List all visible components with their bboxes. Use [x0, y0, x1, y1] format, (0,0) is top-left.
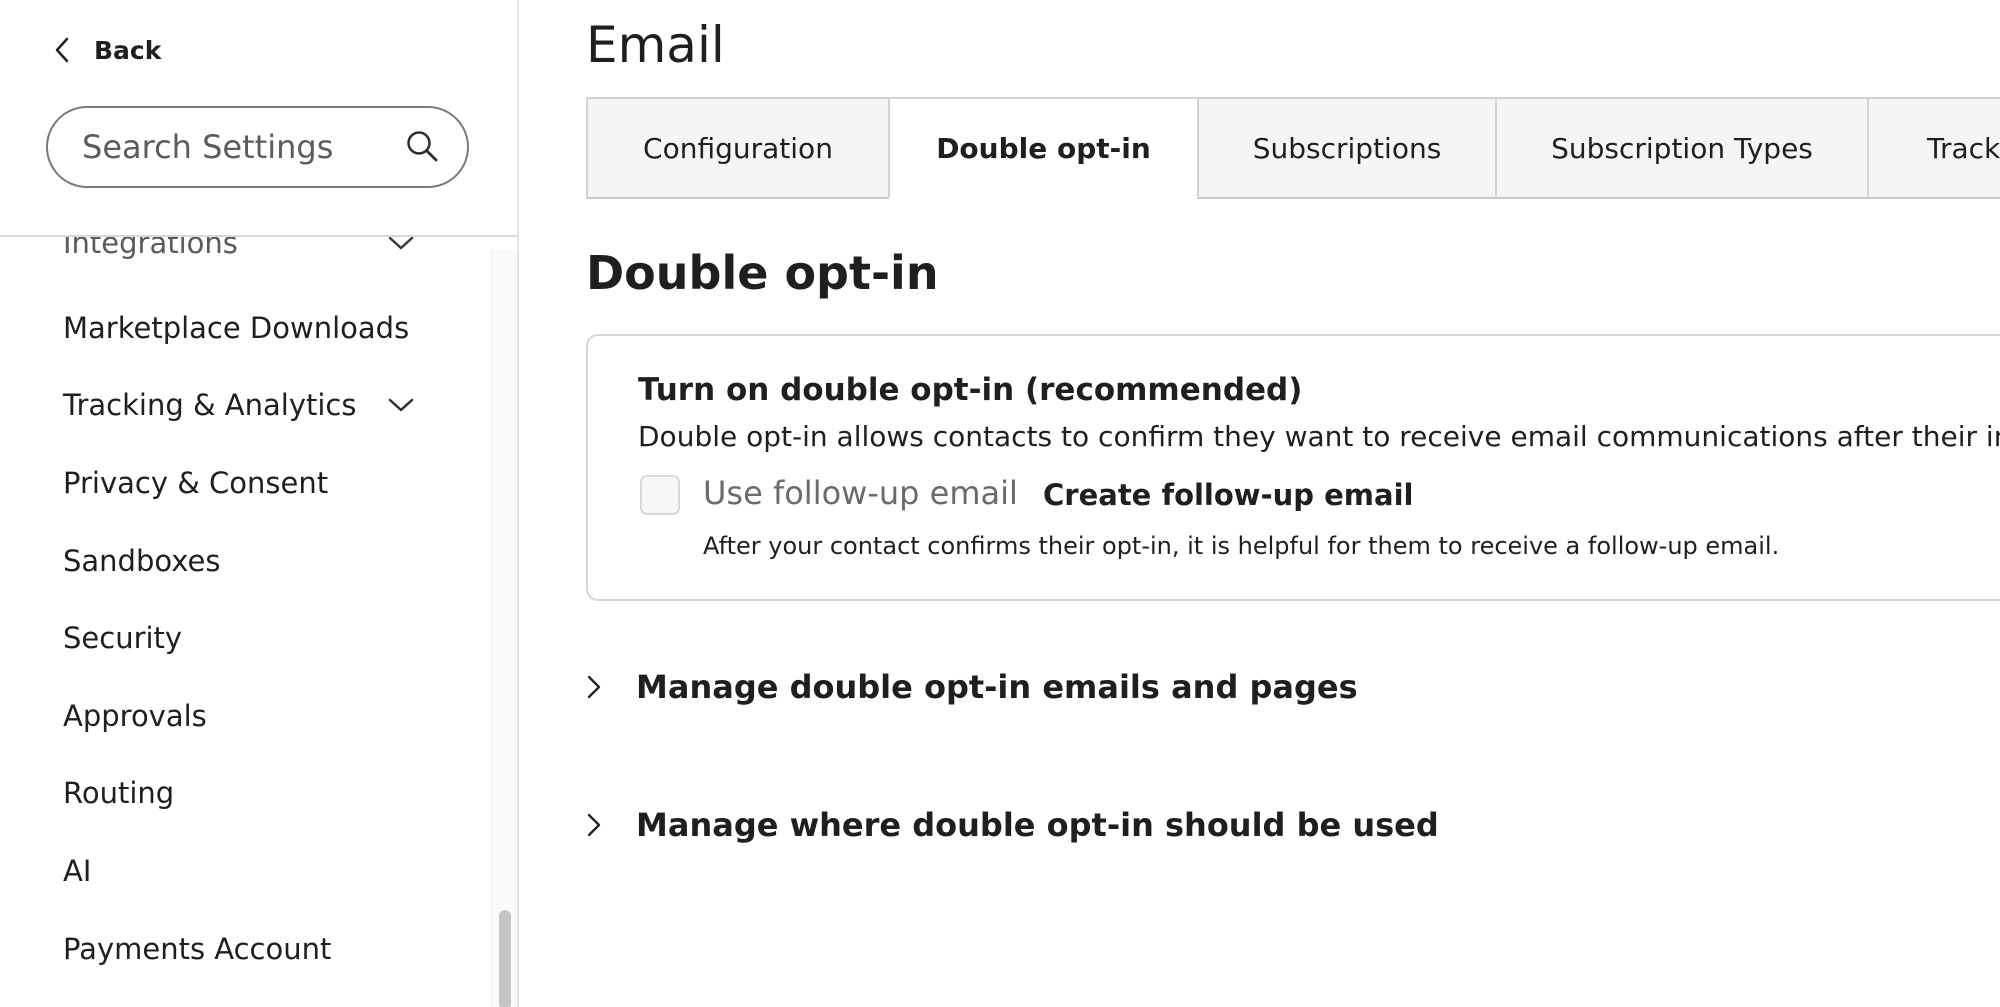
tab-subscription-types[interactable]: Subscription Types: [1495, 97, 1869, 199]
search-input[interactable]: [80, 108, 400, 186]
page-title: Email: [586, 16, 725, 74]
accordion-manage-emails-pages[interactable]: Manage double opt-in emails and pages: [586, 668, 1358, 706]
sidebar-item-label: Sandboxes: [63, 544, 221, 578]
sidebar-item-label: Tracking & Analytics: [63, 388, 357, 422]
settings-sidebar: Back Integrations Marketplace Downloads …: [0, 0, 519, 1007]
main-content: Email Configuration Double opt-in Subscr…: [521, 0, 2000, 1007]
sidebar-item-ai[interactable]: AI: [0, 841, 470, 901]
section-title: Double opt-in: [586, 246, 939, 300]
sidebar-item-privacy-consent[interactable]: Privacy & Consent: [0, 453, 470, 513]
accordion-label: Manage double opt-in emails and pages: [636, 668, 1358, 706]
sidebar-item-label: Approvals: [63, 699, 207, 733]
scrollbar-thumb[interactable]: [499, 910, 511, 1007]
sidebar-item-label: AI: [63, 854, 92, 888]
tab-configuration[interactable]: Configuration: [586, 97, 890, 199]
follow-up-email-label[interactable]: Use follow-up email: [703, 474, 1018, 512]
back-button-label: Back: [94, 35, 162, 65]
sidebar-scrollbar[interactable]: [491, 250, 517, 1007]
tab-double-opt-in[interactable]: Double opt-in: [888, 97, 1199, 199]
follow-up-help-text: After your contact confirms their opt-in…: [703, 532, 1780, 560]
back-button[interactable]: Back: [52, 30, 161, 70]
chevron-right-icon: [587, 813, 601, 837]
double-opt-in-card: Turn on double opt-in (recommended) Doub…: [586, 334, 2000, 601]
search-settings-field[interactable]: [46, 106, 469, 188]
sidebar-item-label: Marketplace Downloads: [63, 311, 410, 345]
chevron-down-icon[interactable]: [386, 393, 416, 417]
sidebar-item-label: Routing: [63, 776, 175, 810]
sidebar-header: Back: [0, 0, 517, 237]
accordion-manage-usage[interactable]: Manage where double opt-in should be use…: [586, 806, 1439, 844]
accordion-label: Manage where double opt-in should be use…: [636, 806, 1439, 844]
sidebar-item-routing[interactable]: Routing: [0, 763, 470, 823]
search-icon[interactable]: [404, 128, 440, 164]
tab-subscriptions[interactable]: Subscriptions: [1197, 97, 1497, 199]
sidebar-item-marketplace-downloads[interactable]: Marketplace Downloads: [0, 298, 470, 358]
tab-bar: Configuration Double opt-in Subscription…: [586, 97, 2000, 199]
chevron-left-icon: [55, 37, 69, 63]
sidebar-item-tracking-analytics[interactable]: Tracking & Analytics: [0, 375, 470, 435]
sidebar-item-label: Payments Account: [63, 932, 332, 966]
chevron-right-icon: [587, 675, 601, 699]
create-follow-up-email-link[interactable]: Create follow-up email: [1043, 478, 1413, 512]
tab-tracking[interactable]: Track: [1867, 97, 2000, 199]
card-description: Double opt-in allows contacts to confirm…: [638, 420, 2000, 453]
sidebar-item-sandboxes[interactable]: Sandboxes: [0, 531, 470, 591]
sidebar-item-label: Privacy & Consent: [63, 466, 329, 500]
sidebar-item-approvals[interactable]: Approvals: [0, 686, 470, 746]
card-title: Turn on double opt-in (recommended): [638, 372, 1303, 408]
follow-up-email-checkbox[interactable]: [640, 475, 680, 515]
sidebar-item-payments-account[interactable]: Payments Account: [0, 919, 470, 979]
sidebar-item-label: Security: [63, 621, 183, 655]
sidebar-item-security[interactable]: Security: [0, 608, 470, 668]
